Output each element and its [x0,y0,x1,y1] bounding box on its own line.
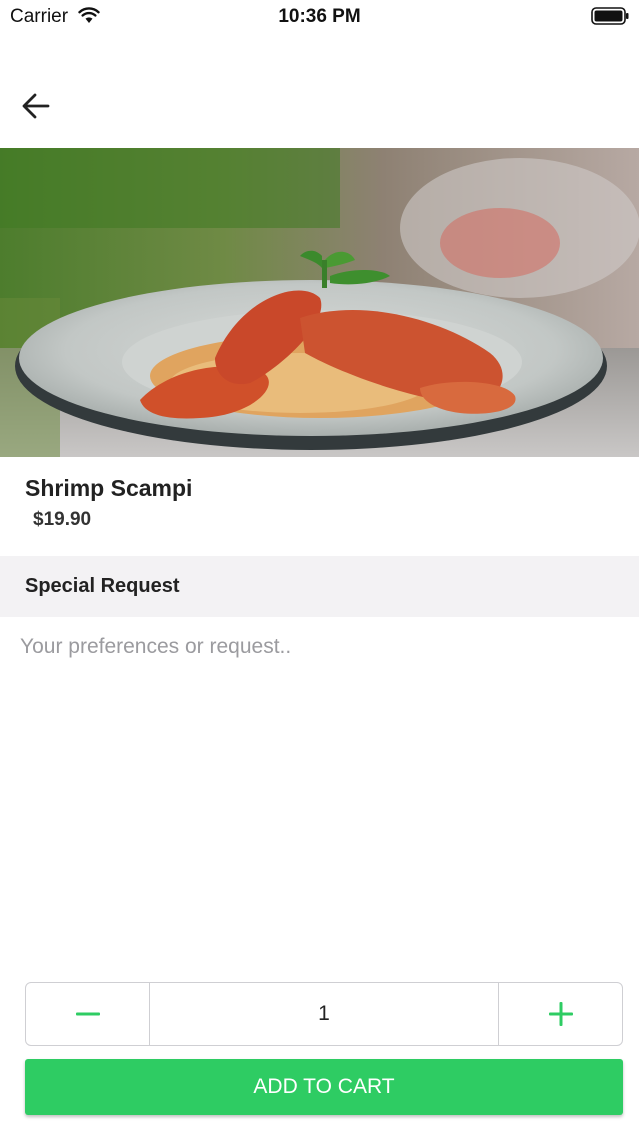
special-request-input[interactable] [0,617,639,967]
nav-bar [0,34,639,148]
minus-icon [75,1012,100,1016]
arrow-left-icon [22,93,50,119]
dish-name: Shrimp Scampi [25,475,193,501]
back-button[interactable] [16,86,56,126]
clock: 10:36 PM [278,6,361,27]
status-bar: Carrier 10:36 PM [0,0,639,34]
special-request-header: Special Request [0,556,639,617]
quantity-value: 1 [318,1002,330,1025]
plus-icon [548,1002,573,1026]
decrement-button[interactable] [26,983,150,1045]
quantity-stepper: 1 [25,982,623,1046]
increment-button[interactable] [498,983,622,1045]
battery-icon [591,7,629,25]
shrimp-pasta-photo [0,148,639,457]
add-to-cart-button[interactable]: ADD TO CART [25,1059,623,1115]
dish-image [0,148,639,457]
special-request-title: Special Request [25,575,180,597]
dish-price: $19.90 [33,509,92,530]
